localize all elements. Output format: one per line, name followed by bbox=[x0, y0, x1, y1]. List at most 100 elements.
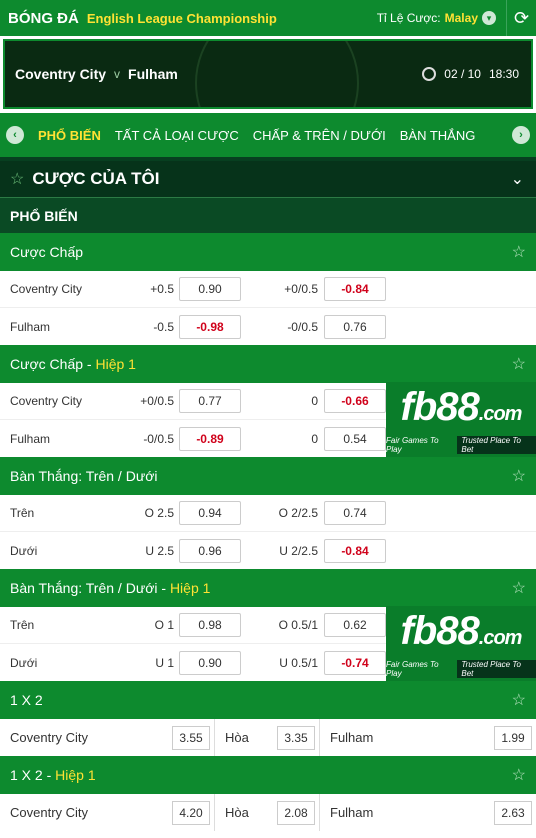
draw-cell[interactable]: Hòa 3.35 bbox=[215, 719, 320, 756]
goal-line: U 2/2.5 bbox=[279, 543, 318, 558]
table-row: Coventry City +0.5 0.90 +0/0.5 -0.84 bbox=[0, 271, 536, 308]
odds-button[interactable]: 0.98 bbox=[179, 613, 241, 637]
odds-button[interactable]: 0.76 bbox=[324, 314, 386, 339]
tab-handicap-over-under[interactable]: CHẤP & TRÊN / DƯỚI bbox=[253, 128, 386, 143]
table-row: Coventry City 4.20 Hòa 2.08 Fulham 2.63 bbox=[0, 794, 536, 831]
odds-button[interactable]: -0.98 bbox=[179, 314, 241, 339]
goal-line: O 2.5 bbox=[144, 506, 174, 520]
top-bar: BÓNG ĐÁ English League Championship Tỉ L… bbox=[0, 0, 536, 36]
odds-button[interactable]: 3.55 bbox=[172, 725, 210, 750]
odds-button[interactable]: -0.84 bbox=[324, 277, 386, 301]
fb88-ad-banner[interactable]: fb88.com Fair Games To Play Trusted Place… bbox=[386, 606, 536, 682]
team-name: Dưới bbox=[10, 543, 38, 558]
star-icon[interactable]: ☆ bbox=[512, 690, 526, 710]
team-name: Fulham bbox=[330, 730, 374, 745]
odds-button[interactable]: -0.89 bbox=[179, 426, 241, 451]
team-name: Trên bbox=[10, 506, 35, 520]
odds-button[interactable]: 0.96 bbox=[179, 538, 241, 563]
odds-button[interactable]: -0.74 bbox=[324, 650, 386, 675]
section-title: Bàn Thắng: Trên / Dưới bbox=[10, 468, 158, 484]
odds-button[interactable]: 0.77 bbox=[179, 389, 241, 413]
home-cell[interactable]: Coventry City 4.20 bbox=[0, 794, 215, 831]
team-name: Fulham bbox=[10, 431, 51, 446]
chevron-down-icon: ▾ bbox=[482, 11, 496, 25]
draw-label: Hòa bbox=[225, 730, 249, 745]
handicap-value: -0/0.5 bbox=[287, 319, 318, 334]
handicap-value: -0.5 bbox=[153, 319, 174, 334]
chevron-right-icon[interactable]: › bbox=[512, 126, 530, 144]
handicap-value: 0 bbox=[311, 431, 318, 446]
goal-line: U 1 bbox=[155, 655, 174, 670]
odds-button[interactable]: 2.63 bbox=[494, 800, 532, 825]
away-cell[interactable]: Fulham 2.63 bbox=[320, 794, 536, 831]
home-cell[interactable]: Coventry City 3.55 bbox=[0, 719, 215, 756]
my-bets-header[interactable]: ☆ CƯỢC CỦA TÔI ⌄ bbox=[0, 157, 536, 197]
handicap-value: +0.5 bbox=[150, 282, 174, 296]
odds-button[interactable]: 1.99 bbox=[494, 725, 532, 750]
star-icon[interactable]: ☆ bbox=[512, 466, 526, 486]
handicap-first-half-rows: Coventry City +0/0.5 0.77 0 -0.66 Fulham… bbox=[0, 382, 536, 458]
odds-button[interactable]: 0.90 bbox=[179, 650, 241, 675]
versus-label: v bbox=[114, 67, 121, 81]
brand-title[interactable]: BÓNG ĐÁ bbox=[8, 10, 79, 27]
odds-button[interactable]: -0.66 bbox=[324, 389, 386, 413]
star-icon[interactable]: ☆ bbox=[512, 765, 526, 785]
odds-button[interactable]: 0.94 bbox=[179, 501, 241, 525]
chevron-left-icon[interactable]: ‹ bbox=[6, 126, 24, 144]
team-name: Coventry City bbox=[10, 394, 83, 408]
fb88-logo: fb88.com bbox=[400, 384, 523, 429]
goal-line: U 2.5 bbox=[145, 543, 174, 558]
odds-button[interactable]: 0.62 bbox=[324, 613, 386, 637]
draw-cell[interactable]: Hòa 2.08 bbox=[215, 794, 320, 831]
table-row: Trên O 2.5 0.94 O 2/2.5 0.74 bbox=[0, 495, 536, 532]
goal-line: O 0.5/1 bbox=[278, 618, 318, 632]
odds-button[interactable]: 4.20 bbox=[172, 800, 210, 825]
away-cell[interactable]: Fulham 1.99 bbox=[320, 719, 536, 756]
tab-all-markets[interactable]: TẤT CẢ LOẠI CƯỢC bbox=[115, 128, 239, 143]
team-name: Trên bbox=[10, 618, 35, 632]
section-title: 1 X 2 bbox=[10, 692, 43, 708]
league-name[interactable]: English League Championship bbox=[87, 11, 277, 26]
odds-button[interactable]: 3.35 bbox=[277, 725, 315, 750]
tab-goals[interactable]: BÀN THẮNG bbox=[400, 128, 476, 143]
section-1x2[interactable]: 1 X 2 ☆ bbox=[0, 681, 536, 719]
team-name: Dưới bbox=[10, 655, 38, 670]
handicap-value: +0/0.5 bbox=[140, 394, 174, 408]
goal-line: O 1 bbox=[154, 618, 174, 632]
odds-button[interactable]: 2.08 bbox=[277, 800, 315, 825]
chevron-down-icon[interactable]: ⌄ bbox=[511, 169, 524, 189]
section-handicap-first-half[interactable]: Cược Chấp - Hiệp 1 ☆ bbox=[0, 345, 536, 383]
ad-tagline: Trusted Place To Bet bbox=[457, 659, 536, 678]
tab-popular[interactable]: PHỔ BIẾN bbox=[38, 128, 101, 143]
odds-button[interactable]: 0.54 bbox=[324, 426, 386, 451]
section-title: 1 X 2 bbox=[10, 767, 43, 783]
refresh-icon[interactable]: ⟳ bbox=[506, 0, 536, 36]
handicap-value: +0/0.5 bbox=[284, 282, 318, 296]
over-under-first-half-rows: Trên O 1 0.98 O 0.5/1 0.62 Dưới U 1 0.90… bbox=[0, 606, 536, 682]
section-1x2-first-half[interactable]: 1 X 2 - Hiệp 1 ☆ bbox=[0, 756, 536, 794]
star-icon[interactable]: ☆ bbox=[512, 578, 526, 598]
home-team: Coventry City bbox=[15, 66, 107, 82]
handicap-value: 0 bbox=[311, 394, 318, 408]
section-period: Hiệp 1 bbox=[95, 356, 136, 372]
popular-heading: PHỔ BIẾN bbox=[0, 197, 536, 233]
odds-button[interactable]: -0.84 bbox=[324, 538, 386, 563]
section-over-under-first-half[interactable]: Bàn Thắng: Trên / Dưới - Hiệp 1 ☆ bbox=[0, 569, 536, 607]
odds-button[interactable]: 0.90 bbox=[179, 277, 241, 301]
goal-line: U 0.5/1 bbox=[279, 655, 318, 670]
over-under-rows: Trên O 2.5 0.94 O 2/2.5 0.74 Dưới U 2.5 … bbox=[0, 495, 536, 569]
away-team: Fulham bbox=[128, 66, 178, 82]
odds-button[interactable]: 0.74 bbox=[324, 501, 386, 525]
table-row: Coventry City 3.55 Hòa 3.35 Fulham 1.99 bbox=[0, 719, 536, 756]
fb88-logo: fb88.com bbox=[400, 608, 523, 653]
match-header: Coventry City v Fulham 02 / 10 18:30 bbox=[3, 39, 533, 109]
goal-line: O 2/2.5 bbox=[278, 506, 318, 520]
fb88-ad-banner[interactable]: fb88.com Fair Games To Play Trusted Place… bbox=[386, 382, 536, 458]
team-name: Coventry City bbox=[10, 730, 89, 745]
section-over-under[interactable]: Bàn Thắng: Trên / Dưới ☆ bbox=[0, 457, 536, 495]
odds-format-selector[interactable]: Tỉ Lệ Cược: Malay ▾ bbox=[377, 11, 496, 25]
section-handicap[interactable]: Cược Chấp ☆ bbox=[0, 233, 536, 271]
star-icon[interactable]: ☆ bbox=[512, 242, 526, 262]
match-time: 02 / 10 18:30 bbox=[422, 67, 519, 81]
star-icon[interactable]: ☆ bbox=[512, 354, 526, 374]
